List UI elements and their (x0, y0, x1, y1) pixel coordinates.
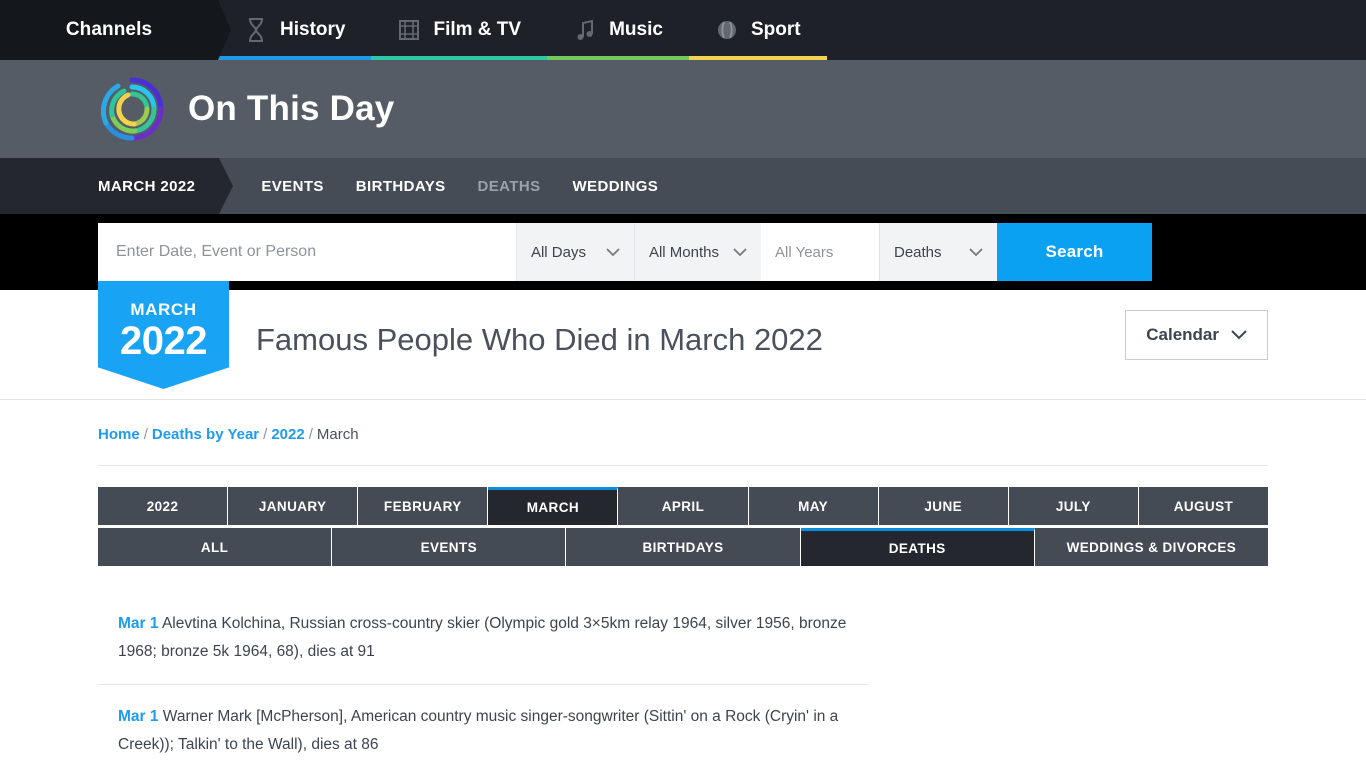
channel-tab-music[interactable]: Music (547, 0, 689, 60)
month-tab-august[interactable]: AUGUST (1138, 487, 1268, 525)
subnav-item-weddings[interactable]: WEDDINGS (557, 158, 675, 214)
list-item: Mar 1 Warner Mark [McPherson], American … (98, 685, 868, 768)
chevron-down-icon (1231, 325, 1247, 345)
channel-tab-label: History (280, 19, 346, 40)
month-tab-row: 2022 JANUARY FEBRUARY MARCH APRIL MAY JU… (98, 487, 1268, 525)
channel-tab-label: Music (609, 19, 663, 40)
month-tab-march[interactable]: MARCH (488, 487, 619, 525)
masthead: On This Day (0, 60, 1366, 158)
title-band: MARCH 2022 Famous People Who Died in Mar… (0, 281, 1366, 400)
breadcrumb-separator: / (263, 426, 268, 443)
search-bar: All Days All Months Deaths Search (98, 223, 1152, 281)
month-tab-july[interactable]: JULY (1008, 487, 1139, 525)
onthisday-spiral-logo[interactable] (98, 75, 166, 143)
page-body: Home / Deaths by Year/2022/March 2022 JANU… (0, 400, 1366, 768)
category-tab-events[interactable]: EVENTS (332, 528, 567, 566)
months-select-value: All Months (648, 243, 719, 261)
category-tab-weddings-divorces[interactable]: WEDDINGS & DIVORCES (1034, 528, 1269, 566)
breadcrumb-section[interactable]: Deaths by Year (152, 426, 259, 443)
category-tab-all[interactable]: ALL (98, 528, 333, 566)
chevron-down-icon (969, 244, 983, 261)
category-tab-row: ALL EVENTS BIRTHDAYS DEATHS WEDDINGS & D… (98, 528, 1269, 566)
channel-tab-label: Film & TV (433, 19, 522, 40)
music-note-icon (573, 17, 597, 43)
search-button[interactable]: Search (997, 223, 1152, 281)
category-tab-deaths[interactable]: DEATHS (800, 528, 1035, 566)
chevron-down-icon (606, 244, 620, 261)
baseball-icon (715, 17, 739, 43)
breadcrumb-home[interactable]: Home (98, 426, 140, 443)
years-input[interactable] (761, 223, 879, 281)
category-select[interactable]: Deaths (879, 223, 997, 281)
months-select[interactable]: All Months (633, 223, 761, 281)
month-tab-june[interactable]: JUNE (878, 487, 1009, 525)
search-input[interactable] (98, 223, 516, 281)
chevron-down-icon (733, 244, 747, 261)
site-title: On This Day (188, 89, 395, 128)
subnav-item-deaths[interactable]: DEATHS (462, 158, 557, 214)
month-tab-february[interactable]: FEBRUARY (358, 487, 489, 525)
channel-tab-film-tv[interactable]: Film & TV (371, 0, 548, 60)
days-select[interactable]: All Days (515, 223, 634, 281)
channel-tab-history[interactable]: History (218, 0, 372, 60)
film-strip-icon (397, 17, 421, 43)
channel-underline-history (218, 56, 372, 60)
breadcrumb-current: March (316, 426, 359, 443)
breadcrumb-separator: / (308, 426, 313, 443)
breadcrumb-separator: / (143, 426, 148, 443)
category-select-value: Deaths (894, 243, 942, 261)
channel-tab-label: Sport (750, 19, 801, 40)
death-entries-list: Mar 1 Alevtina Kolchina, Russian cross-c… (98, 592, 1268, 768)
entry-date-link[interactable]: Mar 1 (118, 615, 159, 632)
month-tab-april[interactable]: APRIL (618, 487, 749, 525)
breadcrumb: Home / Deaths by Year/2022/March (98, 400, 1268, 466)
channel-underline-music (547, 56, 689, 60)
month-tab-2022[interactable]: 2022 (98, 487, 229, 525)
entry-text: Warner Mark [McPherson], American countr… (118, 708, 839, 753)
days-select-value: All Days (530, 243, 586, 261)
breadcrumb-year[interactable]: 2022 (271, 426, 304, 443)
ribbon-year: 2022 (120, 319, 207, 363)
calendar-button-label: Calendar (1146, 325, 1219, 344)
channel-underline-film-tv (371, 56, 548, 60)
channel-underline-sport (688, 56, 827, 60)
channel-tab-sport[interactable]: Sport (688, 0, 827, 60)
entry-text: Alevtina Kolchina, Russian cross-country… (118, 615, 847, 660)
date-ribbon: MARCH 2022 (98, 281, 229, 389)
category-tab-birthdays[interactable]: BIRTHDAYS (566, 528, 801, 566)
subnav-item-birthdays[interactable]: BIRTHDAYS (340, 158, 462, 214)
month-tab-january[interactable]: JANUARY (228, 487, 359, 525)
hourglass-icon (244, 17, 268, 43)
subnav-item-events[interactable]: EVENTS (245, 158, 339, 214)
subnav-current-month[interactable]: MARCH 2022 (0, 158, 234, 214)
channels-label[interactable]: Channels (0, 0, 231, 60)
sub-nav: MARCH 2022 EVENTS BIRTHDAYS DEATHS WEDDI… (0, 158, 1366, 214)
ribbon-month: MARCH (130, 300, 197, 319)
search-row: All Days All Months Deaths Search (0, 214, 1366, 290)
channel-bar: Channels History Film & TV Music Sport (0, 0, 1366, 60)
month-tab-may[interactable]: MAY (748, 487, 879, 525)
page-title: Famous People Who Died in March 2022 (256, 322, 823, 357)
list-item: Mar 1 Alevtina Kolchina, Russian cross-c… (98, 592, 868, 685)
calendar-button[interactable]: Calendar (1125, 310, 1268, 360)
entry-date-link[interactable]: Mar 1 (118, 708, 159, 725)
